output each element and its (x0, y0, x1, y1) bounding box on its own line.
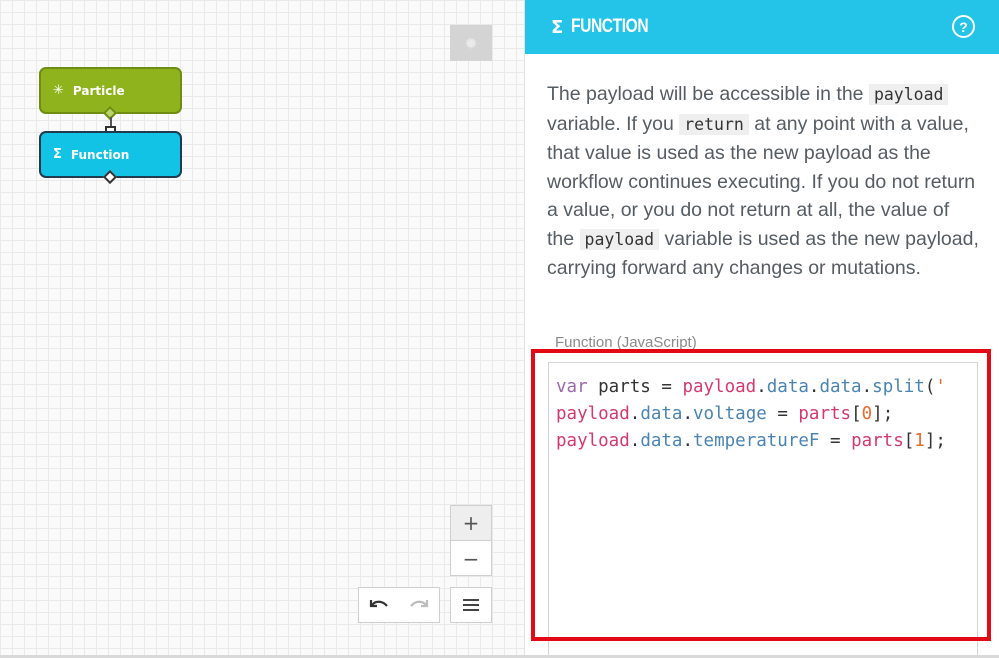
settings-button[interactable]: ✹ (450, 25, 492, 61)
undo-icon (369, 600, 388, 608)
description-text: variable. If you (547, 112, 680, 135)
node-label: Particle (72, 83, 125, 98)
sigma-icon: Σ (53, 147, 62, 162)
function-field-label: Function (JavaScript) (555, 334, 697, 351)
redo-button[interactable] (399, 588, 439, 622)
history-controls (358, 587, 440, 623)
hamburger-icon (463, 599, 479, 611)
zoom-controls: + − (450, 505, 492, 576)
code-line: payload.data.temperatureF = parts[1]; (556, 431, 946, 451)
help-icon[interactable]: ? (952, 15, 975, 38)
inline-code: payload (579, 228, 660, 250)
gear-icon: ✹ (464, 33, 478, 53)
undo-button[interactable] (359, 588, 399, 622)
inline-code: return (679, 113, 749, 135)
panel-header: Σ FUNCTION ? (525, 0, 999, 54)
inline-code: payload (868, 84, 949, 105)
node-label: Function (70, 147, 130, 162)
zoom-in-button[interactable]: + (451, 506, 491, 541)
panel-title: FUNCTION (571, 16, 649, 37)
code-editor[interactable]: var parts = payload.data.data.split(' pa… (548, 362, 978, 658)
panel-description: The payload will be accessible in the pa… (525, 54, 999, 283)
description-text: The payload will be accessible in the (547, 83, 869, 105)
menu-button[interactable] (450, 587, 492, 623)
zoom-out-button[interactable]: − (451, 541, 491, 576)
code-line: payload.data.voltage = parts[0]; (556, 404, 894, 424)
workflow-canvas[interactable]: ✹ ✳ Particle Σ Function + − (0, 0, 525, 655)
function-panel: Σ FUNCTION ? The payload will be accessi… (525, 0, 999, 658)
redo-icon (410, 600, 429, 608)
sigma-icon: Σ (551, 16, 564, 38)
code-line: var parts = payload.data.data.split(' (556, 377, 946, 397)
particle-icon: ✳ (53, 83, 64, 98)
